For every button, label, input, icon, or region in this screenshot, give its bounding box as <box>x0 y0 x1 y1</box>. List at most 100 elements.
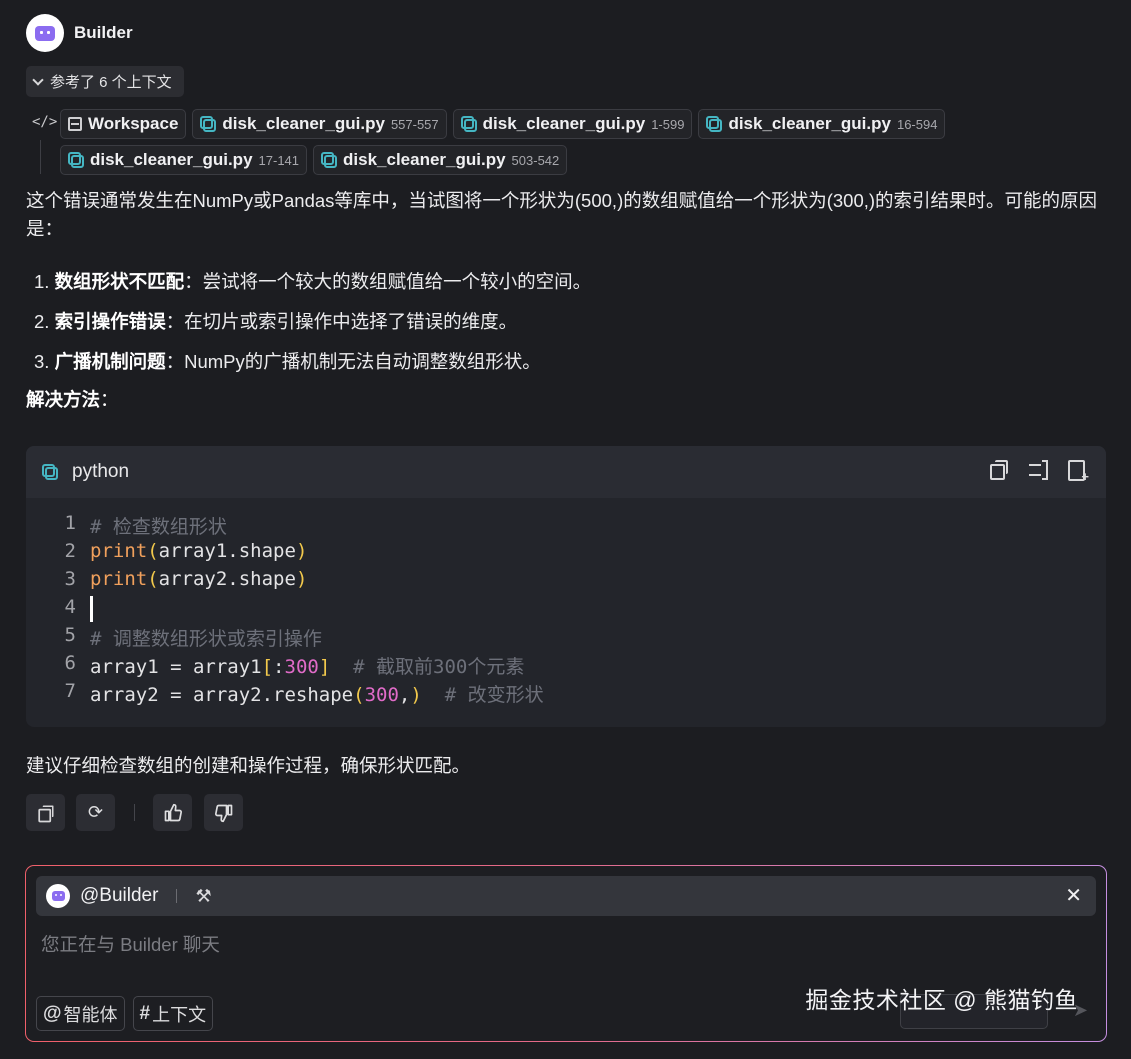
code-colon: : <box>273 656 285 678</box>
code-text: array2 = array2.reshape(300,) # 改变形状 <box>90 680 544 708</box>
code-line: 5 # 调整数组形状或索引操作 <box>26 624 322 652</box>
agent-button[interactable]: @ 智能体 <box>36 996 125 1031</box>
code-language: python <box>72 461 130 482</box>
tree-connector <box>40 140 41 174</box>
reason-desc: ：NumPy的广播机制无法自动调整数组形状。 <box>165 351 541 372</box>
code-text: print(array2.shape) <box>90 568 307 596</box>
robot-icon <box>51 891 65 901</box>
chip-range: 16-594 <box>896 116 938 132</box>
code-paren: ( <box>147 540 159 562</box>
thumbs-down-icon <box>214 804 232 822</box>
message-advice: 建议仔细检查数组的创建和操作过程，确保形状匹配。 <box>26 755 471 776</box>
code-actions <box>990 460 1089 483</box>
new-file-icon[interactable] <box>1068 460 1089 483</box>
code-number: 300 <box>364 684 399 706</box>
chip-filename: disk_cleaner_gui.py <box>728 114 891 133</box>
code-block-header: python <box>26 446 1106 498</box>
python-icon <box>706 116 723 132</box>
code-line: 3 print(array2.shape) <box>26 568 308 596</box>
list-item: 1. 数组形状不匹配：尝试将一个较大的数组赋值给一个较小的空间。 <box>34 268 591 294</box>
text-cursor <box>90 596 93 622</box>
list-item: 2. 索引操作错误：在切片或索引操作中选择了错误的维度。 <box>34 308 517 334</box>
code-paren: ) <box>410 684 422 706</box>
chip-filename: disk_cleaner_gui.py <box>343 150 506 169</box>
context-chip-file[interactable]: disk_cleaner_gui.py 503-542 <box>313 145 568 175</box>
chip-filename: disk_cleaner_gui.py <box>90 150 253 169</box>
context-chip-file[interactable]: disk_cleaner_gui.py 16-594 <box>698 109 946 139</box>
chip-label: Workspace <box>88 114 179 133</box>
code-paren: ) <box>295 568 308 590</box>
python-icon <box>460 116 477 132</box>
code-line: 7 array2 = array2.reshape(300,) # 改变形状 <box>26 680 544 708</box>
chip-filename: disk_cleaner_gui.py <box>482 114 646 133</box>
reason-title: 数组形状不匹配 <box>54 271 185 292</box>
agent-label: 智能体 <box>63 1004 118 1025</box>
regenerate-button[interactable]: ⟳ <box>76 794 115 831</box>
mention-bar: @Builder ⚒ ✕ <box>36 876 1096 916</box>
context-toggle-label: 参考了 6 个上下文 <box>50 74 172 91</box>
chip-range: 557-557 <box>390 116 439 132</box>
bot-avatar <box>26 14 64 52</box>
code-function: print <box>90 568 148 590</box>
chip-range: 1-599 <box>651 116 685 132</box>
thumbs-up-icon <box>164 803 182 821</box>
insert-code-icon[interactable] <box>1028 460 1048 480</box>
context-chip-file[interactable]: disk_cleaner_gui.py 17-141 <box>60 145 308 175</box>
context-chip-workspace[interactable]: Workspace <box>60 109 187 139</box>
chip-range: 17-141 <box>258 152 300 168</box>
hash-icon: # <box>139 1002 151 1024</box>
chat-panel: Builder 参考了 6 个上下文 </> Workspace disk_cl… <box>0 0 1131 1059</box>
code-text: print(array1.shape) <box>90 540 307 568</box>
list-number: 3. <box>34 351 50 372</box>
context-chip-file[interactable]: disk_cleaner_gui.py 557-557 <box>192 109 447 139</box>
reason-desc: ：在切片或索引操作中选择了错误的维度。 <box>165 311 518 332</box>
chat-input-inner: @Builder ⚒ ✕ 您正在与 Builder 聊天 @ 智能体 # 上下文… <box>26 866 1106 1041</box>
copy-message-button[interactable] <box>26 794 65 831</box>
python-icon <box>42 464 58 480</box>
chat-input-field[interactable]: 您正在与 Builder 聊天 <box>41 931 220 957</box>
context-toggle-button[interactable]: 参考了 6 个上下文 <box>26 66 184 97</box>
code-block: python 1 # 检查数组形状 2 print(array1.shape) … <box>26 446 1106 727</box>
list-number: 2. <box>34 311 50 332</box>
input-tools: @ 智能体 # 上下文 <box>36 996 214 1031</box>
line-number: 1 <box>64 512 76 534</box>
code-expr: array2 = array2.reshape <box>90 684 354 706</box>
hammer-icon[interactable]: ⚒ <box>195 886 211 907</box>
code-arg: array2.shape <box>158 568 296 590</box>
line-number: 4 <box>64 596 76 618</box>
context-label: 上下文 <box>152 1004 207 1025</box>
code-line: 2 print(array1.shape) <box>26 540 308 568</box>
chat-input-box: @Builder ⚒ ✕ 您正在与 Builder 聊天 @ 智能体 # 上下文… <box>25 865 1107 1042</box>
reason-title: 索引操作错误 <box>54 311 166 332</box>
line-number: 5 <box>64 624 76 646</box>
context-chips-row-2: disk_cleaner_gui.py 17-141 disk_cleaner_… <box>60 145 568 175</box>
bot-header: Builder <box>26 14 133 52</box>
copy-icon[interactable] <box>990 460 1008 480</box>
solution-title: 解决方法 <box>26 389 101 410</box>
mention-divider <box>176 889 178 903</box>
bot-avatar <box>46 884 70 908</box>
like-button[interactable] <box>153 794 192 831</box>
code-line: 1 # 检查数组形状 <box>26 512 227 540</box>
dislike-button[interactable] <box>204 794 243 831</box>
code-text: array1 = array1[:300] # 截取前300个元素 <box>90 652 524 680</box>
code-bracket: ] <box>318 656 331 678</box>
workspace-icon <box>68 117 82 131</box>
close-icon[interactable]: ✕ <box>1065 883 1082 908</box>
context-button[interactable]: # 上下文 <box>132 996 214 1031</box>
code-comma: , <box>398 684 411 706</box>
code-text <box>90 596 93 624</box>
reason-desc: ：尝试将一个较大的数组赋值给一个较小的空间。 <box>184 271 592 292</box>
at-icon: @ <box>43 1002 62 1024</box>
solution-heading: 解决方法： <box>26 386 119 412</box>
list-number: 1. <box>34 271 50 292</box>
context-chip-file[interactable]: disk_cleaner_gui.py 1-599 <box>452 109 693 139</box>
code-function: print <box>90 540 148 562</box>
line-number: 6 <box>64 652 76 674</box>
chip-range: 503-542 <box>511 152 560 168</box>
code-expr: array1 = array1 <box>90 656 262 678</box>
code-comment: # 调整数组形状或索引操作 <box>90 628 322 650</box>
line-number: 2 <box>64 540 76 562</box>
code-icon: </> <box>32 114 58 130</box>
python-icon <box>321 152 338 168</box>
